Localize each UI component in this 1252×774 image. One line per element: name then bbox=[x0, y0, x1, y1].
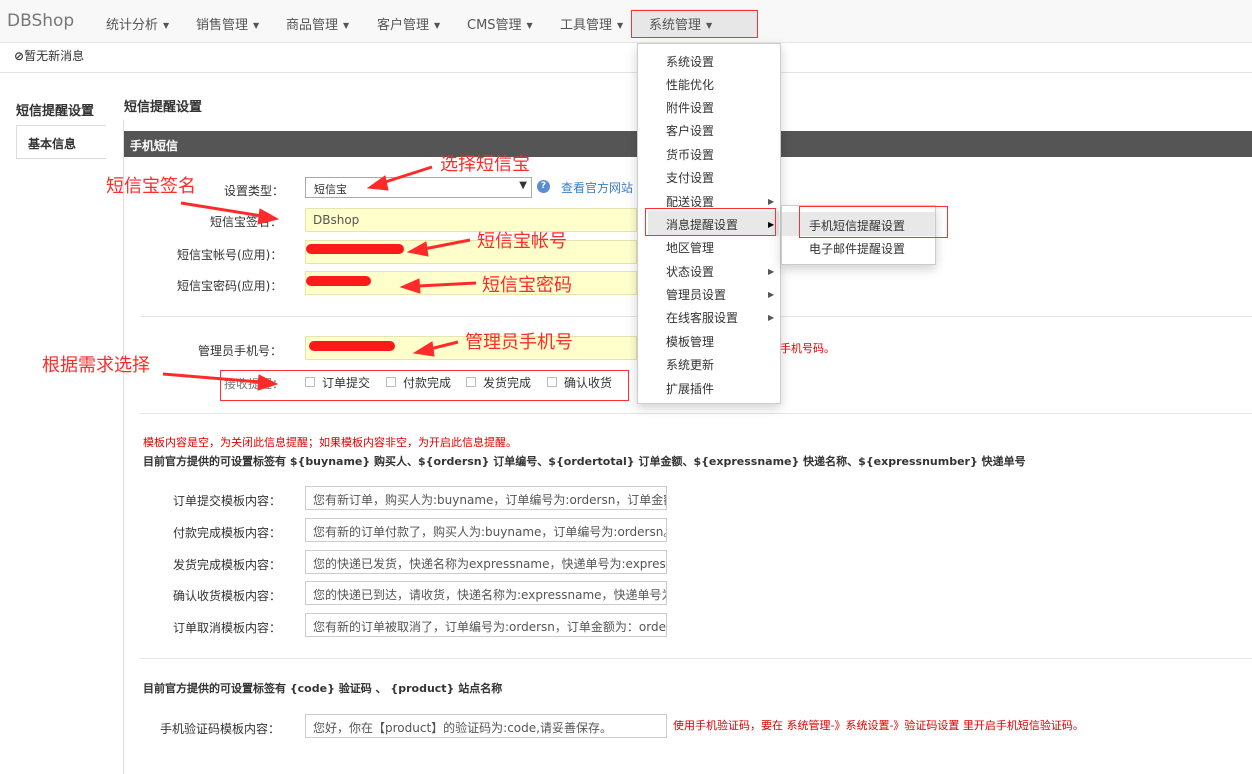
annotation-select-sms: 选择短信宝 bbox=[440, 154, 530, 175]
annotation-sign: 短信宝签名 bbox=[106, 176, 196, 197]
arrowhead bbox=[399, 278, 421, 294]
arrowhead bbox=[412, 341, 435, 357]
arrow-line bbox=[162, 372, 261, 384]
arrow-line bbox=[423, 238, 471, 251]
arrow-line bbox=[381, 165, 433, 185]
arrowhead bbox=[257, 208, 280, 225]
annotation-choose: 根据需求选择 bbox=[42, 355, 150, 376]
annotation-admin-phone: 管理员手机号 bbox=[465, 332, 573, 353]
arrow-line bbox=[417, 281, 477, 288]
annotation-arrows bbox=[162, 165, 477, 391]
arrow-line bbox=[429, 340, 459, 351]
arrowhead bbox=[406, 241, 429, 257]
arrowhead bbox=[366, 175, 389, 191]
arrowhead bbox=[257, 374, 279, 391]
annotation-password: 短信宝密码 bbox=[482, 275, 572, 296]
arrow-line bbox=[180, 201, 263, 218]
annotation-account: 短信宝帐号 bbox=[477, 231, 567, 252]
